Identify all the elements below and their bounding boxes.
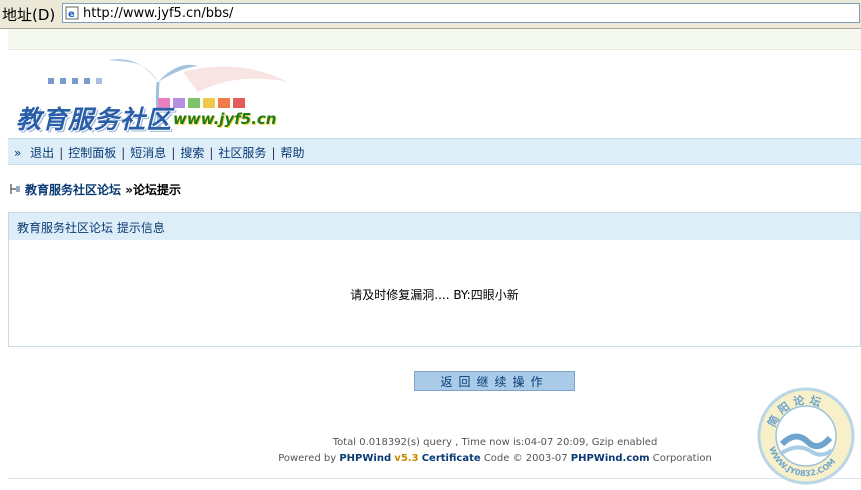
forum-tree-icon — [10, 184, 20, 194]
breadcrumb-current: 论坛提示 — [132, 183, 181, 197]
nav-bar: » 退出 | 控制面板 | 短消息 | 搜索 | 社区服务 | 帮助 — [8, 138, 861, 165]
watermark-seal-icon: 简阳论坛 WWW.JY0832.COM — [757, 387, 855, 485]
back-continue-button[interactable]: 返回继续操作 — [414, 371, 575, 391]
message-header-title: 教育服务社区论坛 提示信息 — [17, 221, 165, 235]
footer-stats: Total 0.018392(s) query , Time now is:04… — [332, 437, 658, 448]
footer-powered: Powered by PHPWind v5.3 Certificate Code… — [0, 453, 861, 464]
footer-certificate-link[interactable]: Certificate — [422, 453, 481, 464]
address-input[interactable]: e http://www.jyf5.cn/bbs/ — [62, 3, 860, 23]
breadcrumb-forum-link[interactable]: 教育服务社区论坛 — [25, 183, 121, 197]
nav-separator: | — [271, 146, 276, 160]
top-strip — [8, 29, 861, 50]
footer-product-link[interactable]: PHPWind — [339, 453, 391, 464]
address-url: http://www.jyf5.cn/bbs/ — [83, 6, 234, 21]
nav-separator: | — [171, 146, 176, 160]
ie-page-icon: e — [65, 6, 79, 20]
address-label: 地址(D) — [2, 6, 56, 24]
nav-links: » 退出 | 控制面板 | 短消息 | 搜索 | 社区服务 | 帮助 — [14, 144, 305, 161]
footer-divider — [8, 478, 861, 479]
footer-company-link[interactable]: PHPWind.com — [571, 453, 650, 464]
nav-arrow-icon: » — [14, 146, 22, 160]
site-logo[interactable]: 教育服务社区 www.jyf5.cn — [8, 52, 298, 138]
nav-separator: | — [209, 146, 214, 160]
nav-control-panel[interactable]: 控制面板 — [68, 146, 116, 160]
footer-code-text: Code © 2003-07 — [483, 453, 568, 464]
message-box: 教育服务社区论坛 提示信息 请及时修复漏洞.... BY:四眼小新 — [8, 212, 861, 347]
message-body: 请及时修复漏洞.... BY:四眼小新 — [350, 288, 519, 302]
svg-text:e: e — [68, 9, 75, 20]
nav-search[interactable]: 搜索 — [180, 146, 204, 160]
nav-messages[interactable]: 短消息 — [130, 146, 166, 160]
footer-version: v5.3 — [394, 453, 419, 464]
address-bar: 地址(D) e http://www.jyf5.cn/bbs/ — [0, 0, 861, 29]
nav-help[interactable]: 帮助 — [280, 146, 304, 160]
nav-separator: | — [59, 146, 64, 160]
breadcrumb-separator: » — [125, 183, 133, 197]
nav-community-services[interactable]: 社区服务 — [218, 146, 266, 160]
message-header: 教育服务社区论坛 提示信息 — [9, 213, 860, 240]
nav-separator: | — [121, 146, 126, 160]
footer-corporation: Corporation — [652, 453, 712, 464]
nav-logout[interactable]: 退出 — [30, 146, 54, 160]
logo-domain: www.jyf5.cn — [173, 110, 277, 128]
footer-powered-prefix: Powered by — [278, 453, 337, 464]
breadcrumb: 教育服务社区论坛 »论坛提示 — [9, 181, 181, 198]
logo-site-name: 教育服务社区 — [16, 105, 173, 134]
